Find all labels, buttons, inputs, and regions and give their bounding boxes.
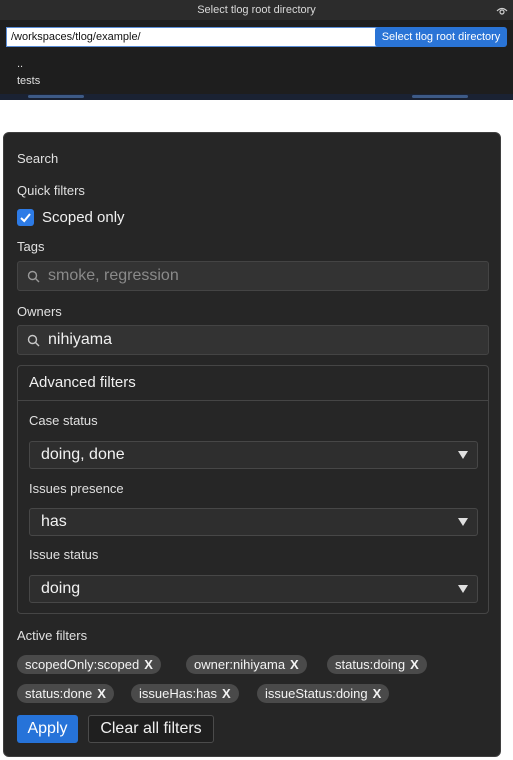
issue-status-label: Issue status [29,547,99,562]
filter-chip: status:done X [17,684,114,703]
filter-chip-text: issueStatus:doing [265,686,368,701]
dropdown-arrow-icon [458,518,468,526]
remove-chip-icon[interactable]: X [144,657,153,672]
owners-label: Owners [17,304,62,319]
directory-item-tests[interactable]: tests [17,73,40,90]
filter-chip-text: status:doing [335,657,406,672]
remove-chip-icon[interactable]: X [97,686,106,701]
background-fragment [28,95,84,98]
issue-status-select[interactable]: doing [29,575,478,603]
scoped-only-checkbox[interactable] [17,209,34,226]
select-root-button[interactable]: Select tlog root directory [375,27,507,47]
directory-list: .. tests [17,56,40,90]
search-heading: Search [17,151,59,166]
remove-chip-icon[interactable]: X [410,657,419,672]
tags-label: Tags [17,239,45,254]
owners-field[interactable] [17,325,489,355]
filter-chip: issueStatus:doing X [257,684,390,703]
directory-path-input[interactable] [6,27,378,47]
directory-item-parent[interactable]: .. [17,56,40,73]
case-status-value: doing, done [41,446,125,463]
dropdown-arrow-icon [458,451,468,459]
apply-button[interactable]: Apply [17,715,78,743]
picker-input-row: Select tlog root directory [6,27,507,47]
search-icon [27,334,40,347]
case-status-label: Case status [29,413,98,428]
tags-input[interactable] [48,264,478,288]
eye-icon[interactable] [496,4,508,16]
filter-chip: owner:nihiyama X [186,655,307,674]
background-content-peek [0,94,513,100]
checkmark-icon [20,213,31,223]
dropdown-arrow-icon [458,585,468,593]
active-filters-label: Active filters [17,628,88,643]
directory-picker: Select tlog root directory Select tlog r… [0,0,513,100]
issues-presence-select[interactable]: has [29,508,478,536]
search-filter-panel: Search Quick filters Scoped only Tags Ow… [3,132,501,757]
picker-title-bar: Select tlog root directory [0,0,513,20]
tags-field[interactable] [17,261,489,291]
filter-chip: scopedOnly:scoped X [17,655,161,674]
filter-chip-text: owner:nihiyama [194,657,286,672]
advanced-filters-section: Advanced filters Case status doing, done… [17,365,489,614]
quick-filters-label: Quick filters [17,183,85,198]
background-fragment [412,95,468,98]
issues-presence-label: Issues presence [29,481,124,496]
picker-title: Select tlog root directory [197,4,316,16]
remove-chip-icon[interactable]: X [222,686,231,701]
remove-chip-icon[interactable]: X [290,657,299,672]
filter-chip: status:doing X [327,655,427,674]
filter-chip-text: scopedOnly:scoped [25,657,140,672]
issue-status-value: doing [41,580,81,597]
clear-all-filters-button[interactable]: Clear all filters [88,715,214,743]
issues-presence-value: has [41,513,67,530]
advanced-filters-title[interactable]: Advanced filters [18,366,488,401]
owners-input[interactable] [48,328,478,352]
filter-chip-text: issueHas:has [139,686,218,701]
remove-chip-icon[interactable]: X [373,686,382,701]
search-icon [27,270,40,283]
scoped-only-label[interactable]: Scoped only [42,209,125,226]
filter-chip: issueHas:has X [131,684,239,703]
case-status-select[interactable]: doing, done [29,441,478,469]
filter-chip-text: status:done [25,686,93,701]
